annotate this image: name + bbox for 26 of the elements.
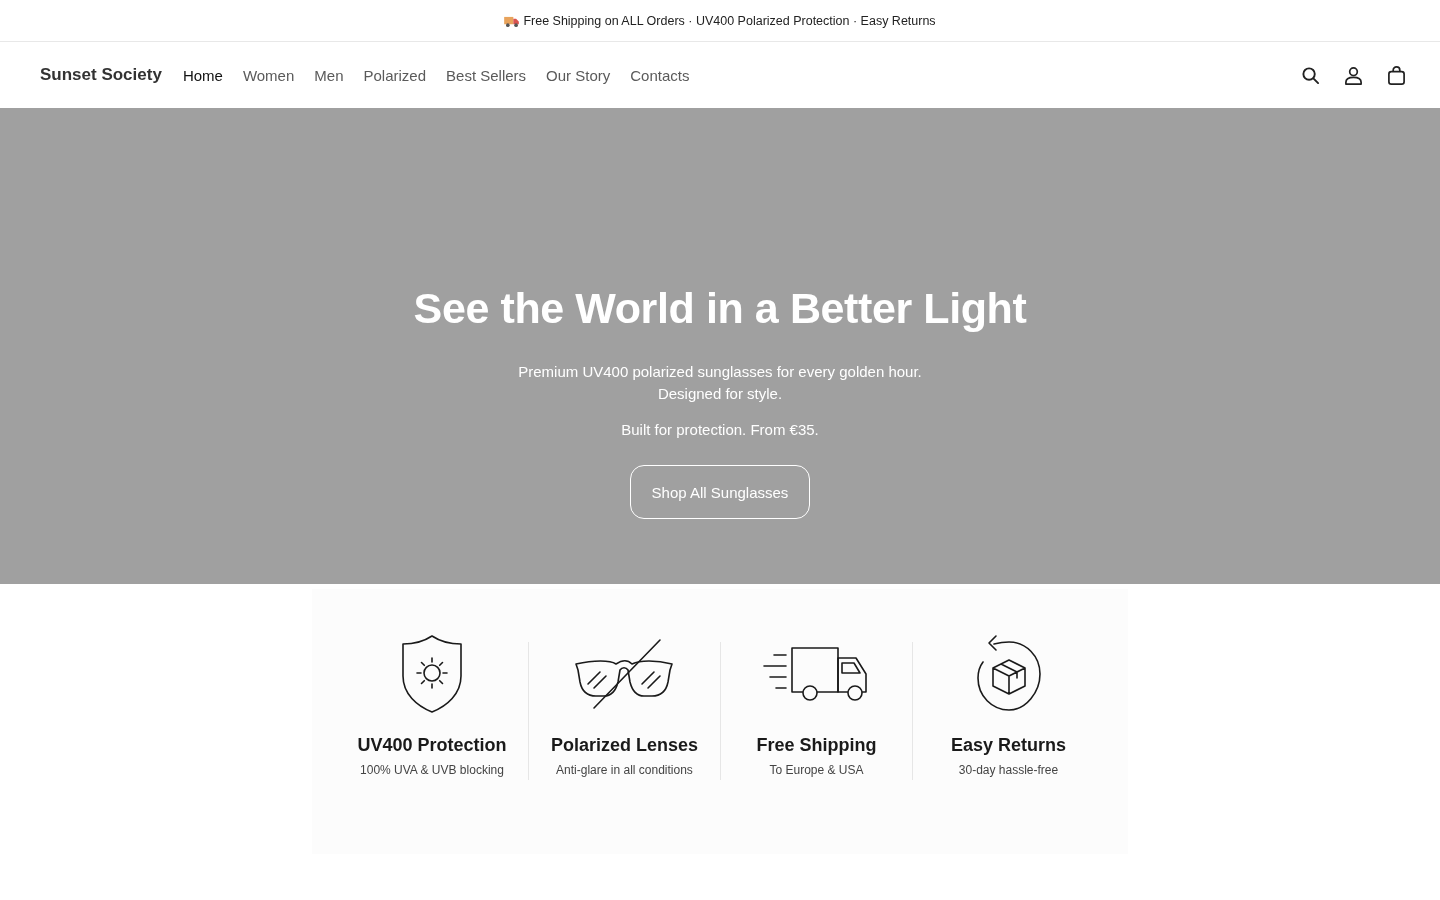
feature-title: Easy Returns <box>950 735 1067 756</box>
feature-subtitle: Anti-glare in all conditions <box>556 763 693 777</box>
nav-link[interactable]: Our Story <box>546 66 611 84</box>
nav-link[interactable]: Men <box>314 66 344 84</box>
account-icon[interactable] <box>1344 65 1363 85</box>
feature-title: Polarized Lenses <box>550 735 698 756</box>
glasses-icon <box>574 638 675 710</box>
nav-link[interactable]: Contacts <box>630 66 690 84</box>
announcement-text: Free Shipping on ALL Orders · UV400 Polarized Protection · Easy Returns <box>523 14 936 28</box>
nav-link[interactable]: Polarized <box>363 66 427 84</box>
search-icon[interactable] <box>1301 65 1320 85</box>
nav-link[interactable]: Home <box>182 66 223 84</box>
nav-link[interactable]: Best Sellers <box>446 66 527 84</box>
truck-icon <box>504 15 520 27</box>
feature-subtitle: 100% UVA & UVB blocking <box>360 763 504 777</box>
feature-title: Free Shipping <box>756 735 877 756</box>
feature-subtitle: 30-day hassle-free <box>958 763 1059 777</box>
shopping-bag-icon[interactable] <box>1387 65 1406 85</box>
feature-title: UV400 Protection <box>357 735 507 756</box>
nav-link[interactable]: Women <box>242 66 295 84</box>
store-logo[interactable]: Sunset Society <box>40 65 162 85</box>
feature-subtitle: To Europe & USA <box>769 763 864 777</box>
hero-subtitle: Premium UV400 polarized sunglasses for every golden hour. Designed for style. <box>517 362 923 404</box>
hero-title: See the World in a Better Light <box>413 283 1027 334</box>
hero-tagline: Built for protection. From €35. <box>621 420 819 440</box>
shield-sun-icon <box>401 634 463 714</box>
